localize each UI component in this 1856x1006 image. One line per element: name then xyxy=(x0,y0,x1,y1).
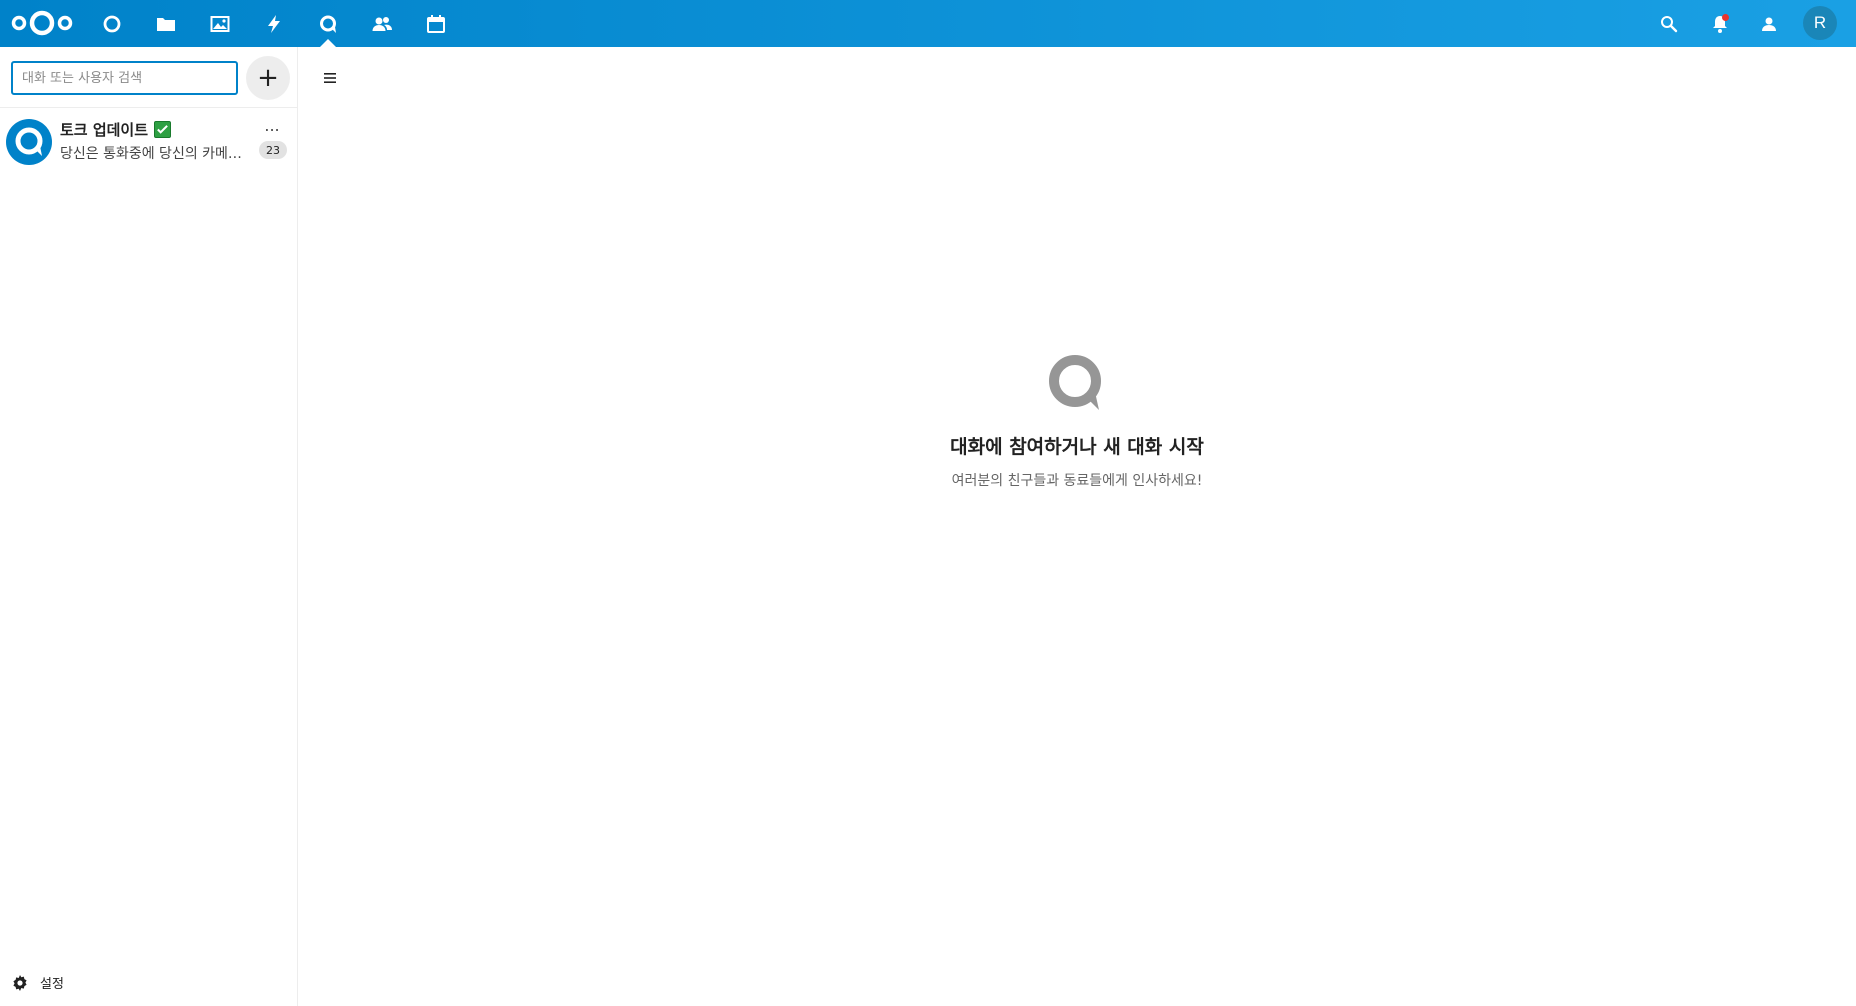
contacts-menu-icon[interactable] xyxy=(1745,0,1795,47)
folder-icon[interactable] xyxy=(139,0,193,47)
settings-label: 설정 xyxy=(40,977,64,992)
new-conversation-button[interactable]: + xyxy=(246,56,290,100)
dashboard-app-icon[interactable] xyxy=(85,0,139,47)
hamburger-menu-icon[interactable] xyxy=(318,66,342,90)
contacts-icon[interactable] xyxy=(355,0,409,47)
top-header: R xyxy=(0,0,1856,47)
talk-logo-icon xyxy=(15,127,43,156)
lightning-icon[interactable] xyxy=(247,0,301,47)
talk-icon xyxy=(1045,352,1109,416)
conversation-title-row: 토크 업데이트 xyxy=(60,119,172,140)
gear-icon xyxy=(13,974,27,991)
talk-icon[interactable] xyxy=(301,0,355,47)
conversation-search-input[interactable] xyxy=(11,61,238,95)
left-navigation: + 토크 업데이트 당신은 통화중에 당신의 카메라를 끄고 켤 수 있습니다 … xyxy=(0,47,298,1006)
conversation-avatar xyxy=(6,119,52,165)
conversation-list-item[interactable]: 토크 업데이트 당신은 통화중에 당신의 카메라를 끄고 켤 수 있습니다 ..… xyxy=(0,117,298,171)
nextcloud-logo-icon[interactable] xyxy=(10,8,74,38)
settings-button[interactable]: 설정 xyxy=(12,973,64,992)
check-mark-icon xyxy=(154,121,172,138)
calendar-icon[interactable] xyxy=(409,0,463,47)
conversation-name: 토크 업데이트 xyxy=(60,121,149,139)
unread-count-badge: 23 xyxy=(259,141,287,159)
notification-dot xyxy=(1722,14,1729,21)
image-icon[interactable] xyxy=(193,0,247,47)
search-wrapper xyxy=(11,61,238,95)
divider xyxy=(0,107,298,108)
conversation-last-message: 당신은 통화중에 당신의 카메라를 끄고 켤 수 있습니다 xyxy=(60,146,252,162)
empty-content-title: 대화에 참여하거나 새 대화 시작 xyxy=(950,436,1204,458)
conversation-menu-button[interactable]: ... xyxy=(261,118,283,135)
empty-content-subtitle: 여러분의 친구들과 동료들에게 인사하세요! xyxy=(951,473,1203,489)
bell-icon[interactable] xyxy=(1695,0,1745,47)
active-app-indicator xyxy=(320,39,336,47)
user-avatar[interactable]: R xyxy=(1803,6,1837,40)
search-icon[interactable] xyxy=(1644,0,1694,47)
